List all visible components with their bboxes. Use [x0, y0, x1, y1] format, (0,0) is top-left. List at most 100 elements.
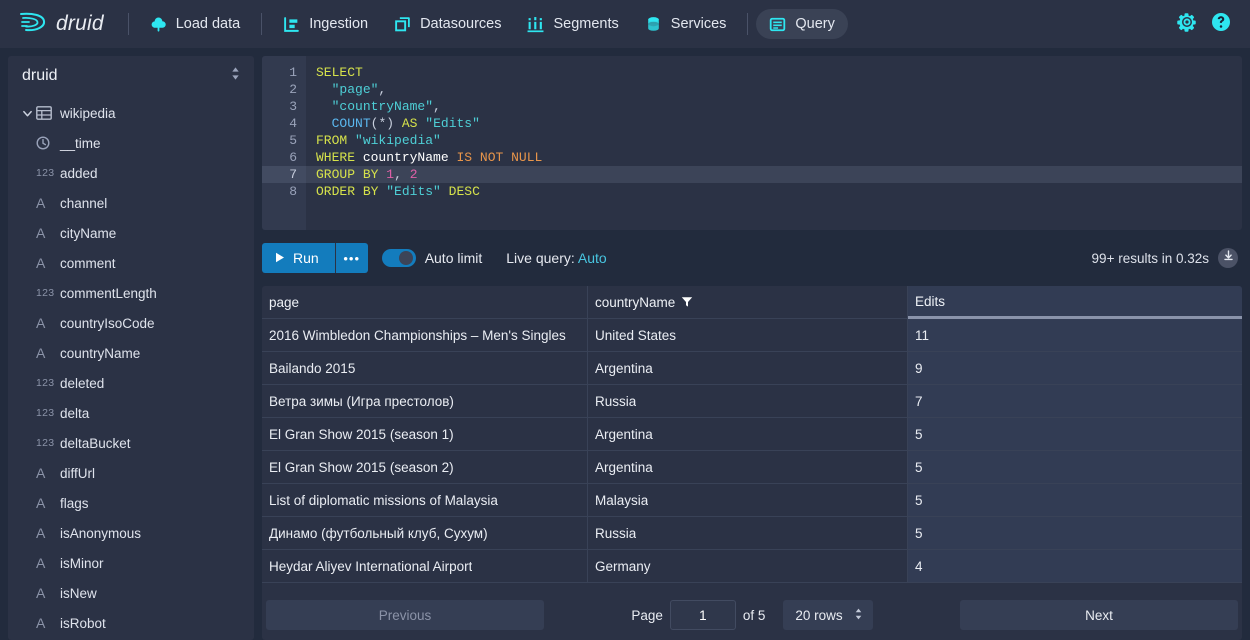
tree-item-wikipedia[interactable]: wikipedia [8, 98, 254, 128]
datasource-selector[interactable]: druid [8, 56, 254, 96]
results-header-row: page countryName Edits [262, 286, 1242, 319]
table-cell-page[interactable]: List of diplomatic missions of Malaysia [262, 484, 588, 517]
nav-item-services[interactable]: Services [632, 9, 740, 39]
table-cell-value: 7 [915, 393, 923, 409]
editor-line[interactable]: "page", [306, 81, 1242, 98]
nav-item-ingestion[interactable]: Ingestion [270, 9, 381, 39]
auto-limit-switch[interactable] [381, 249, 416, 267]
nav-item-load-data[interactable]: Load data [137, 9, 254, 39]
tree-column-commentLength[interactable]: 123 commentLength [8, 278, 254, 308]
tree-column-__time[interactable]: __time [8, 128, 254, 158]
next-page-button[interactable]: Next [960, 600, 1238, 630]
settings-button[interactable] [1172, 9, 1202, 39]
table-cell-page[interactable]: Bailando 2015 [262, 352, 588, 385]
table-row[interactable]: Динамо (футбольный клуб, Сухум) Russia 5 [262, 517, 1242, 550]
table-cell-edits[interactable]: 7 [908, 385, 1242, 418]
auto-limit-toggle[interactable]: Auto limit [381, 249, 482, 267]
live-query-value[interactable]: Auto [578, 250, 607, 266]
table-cell-countryName[interactable]: Argentina [588, 451, 908, 484]
nav-item-ingestion-label: Ingestion [309, 16, 369, 32]
table-cell-page[interactable]: Ветра зимы (Игра престолов) [262, 385, 588, 418]
page-number-input[interactable] [669, 600, 736, 630]
tree-column-isAnonymous[interactable]: AisAnonymous [8, 518, 254, 548]
table-row[interactable]: 2016 Wimbledon Championships – Men's Sin… [262, 319, 1242, 352]
table-row[interactable]: Ветра зимы (Игра престолов) Russia 7 [262, 385, 1242, 418]
table-row[interactable]: Heydar Aliyev International Airport Germa… [262, 550, 1242, 583]
table-cell-countryName[interactable]: Malaysia [588, 484, 908, 517]
filter-icon[interactable] [681, 296, 693, 308]
table-row[interactable]: Bailando 2015 Argentina 9 [262, 352, 1242, 385]
table-cell-edits[interactable]: 5 [908, 517, 1242, 550]
rows-per-page-select[interactable]: 20 rows [783, 600, 873, 630]
number-type-icon: 123 [36, 167, 55, 179]
tree-column-isMinor[interactable]: AisMinor [8, 548, 254, 578]
tree-column-isNew[interactable]: AisNew [8, 578, 254, 608]
editor-line[interactable]: FROM "wikipedia" [306, 132, 1242, 149]
table-cell-countryName[interactable]: Argentina [588, 418, 908, 451]
editor-code[interactable]: SELECT "page", "countryName", COUNT(*) A… [306, 56, 1242, 230]
gear-icon [1177, 12, 1197, 37]
table-cell-edits[interactable]: 11 [908, 319, 1242, 352]
nav-item-query[interactable]: Query [756, 9, 848, 39]
table-cell-edits[interactable]: 9 [908, 352, 1242, 385]
tree-column-deleted[interactable]: 123 deleted [8, 368, 254, 398]
editor-line[interactable]: WHERE countryName IS NOT NULL [306, 149, 1242, 166]
table-cell-edits[interactable]: 4 [908, 550, 1242, 583]
table-cell-value: 5 [915, 492, 923, 508]
column-header-countryName[interactable]: countryName [588, 286, 908, 319]
editor-line[interactable]: SELECT [306, 64, 1242, 81]
table-cell-edits[interactable]: 5 [908, 484, 1242, 517]
tree-column-countryName[interactable]: AcountryName [8, 338, 254, 368]
druid-logo[interactable]: druid [18, 10, 120, 39]
column-header-page[interactable]: page [262, 286, 588, 319]
schema-tree: wikipedia __time 123 added Achannel AcityNam… [8, 96, 254, 640]
tree-column-deltaBucket[interactable]: 123 deltaBucket [8, 428, 254, 458]
tree-column-cityName[interactable]: AcityName [8, 218, 254, 248]
sql-editor[interactable]: 1 2 3 4 5 678 SELECT "page", "countryName", C… [262, 56, 1242, 230]
editor-line-number: 5 [289, 133, 297, 148]
editor-line[interactable]: ORDER BY "Edits" DESC [306, 183, 1242, 200]
table-row[interactable]: El Gran Show 2015 (season 2) Argentina 5 [262, 451, 1242, 484]
run-button[interactable]: Run [262, 243, 335, 273]
datasources-icon [394, 16, 411, 33]
table-row[interactable]: El Gran Show 2015 (season 1) Argentina 5 [262, 418, 1242, 451]
page-label: Page [631, 607, 663, 623]
nav-divider [261, 13, 263, 35]
table-cell-edits[interactable]: 5 [908, 451, 1242, 484]
tree-column-channel[interactable]: Achannel [8, 188, 254, 218]
table-cell-countryName[interactable]: Russia [588, 517, 908, 550]
editor-line[interactable]: COUNT(*) AS "Edits" [306, 115, 1242, 132]
number-type-icon: 123 [36, 377, 55, 389]
table-cell-edits[interactable]: 5 [908, 418, 1242, 451]
nav-item-segments[interactable]: Segments [514, 9, 631, 39]
column-header-Edits[interactable]: Edits [908, 286, 1242, 319]
tree-column-comment[interactable]: Acomment [8, 248, 254, 278]
pagination-bar: Previous Page of 5 20 rows [262, 594, 1242, 640]
tree-column-flags[interactable]: Aflags [8, 488, 254, 518]
string-type-icon: A [36, 555, 46, 571]
tree-column-added[interactable]: 123 added [8, 158, 254, 188]
table-cell-countryName[interactable]: United States [588, 319, 908, 352]
tree-column-diffUrl[interactable]: AdiffUrl [8, 458, 254, 488]
table-row[interactable]: List of diplomatic missions of Malaysia M… [262, 484, 1242, 517]
table-cell-countryName[interactable]: Argentina [588, 352, 908, 385]
help-button[interactable] [1206, 9, 1236, 39]
tree-column-countryIsoCode[interactable]: AcountryIsoCode [8, 308, 254, 338]
run-more-options-button[interactable]: ••• [334, 243, 368, 273]
previous-page-button[interactable]: Previous [266, 600, 544, 630]
editor-line[interactable]: "countryName", [306, 98, 1242, 115]
editor-line[interactable]: GROUP BY 1, 2 [306, 166, 1242, 183]
string-type-icon: A [36, 225, 46, 241]
chevron-down-icon[interactable] [18, 108, 36, 119]
table-cell-page[interactable]: Heydar Aliyev International Airport [262, 550, 588, 583]
table-cell-page[interactable]: El Gran Show 2015 (season 1) [262, 418, 588, 451]
nav-item-datasources[interactable]: Datasources [381, 9, 514, 39]
table-cell-page[interactable]: Динамо (футбольный клуб, Сухум) [262, 517, 588, 550]
table-cell-page[interactable]: 2016 Wimbledon Championships – Men's Sin… [262, 319, 588, 352]
table-cell-countryName[interactable]: Germany [588, 550, 908, 583]
tree-column-isRobot[interactable]: AisRobot [8, 608, 254, 638]
download-button[interactable] [1218, 248, 1238, 268]
table-cell-countryName[interactable]: Russia [588, 385, 908, 418]
table-cell-page[interactable]: El Gran Show 2015 (season 2) [262, 451, 588, 484]
tree-column-delta[interactable]: 123 delta [8, 398, 254, 428]
